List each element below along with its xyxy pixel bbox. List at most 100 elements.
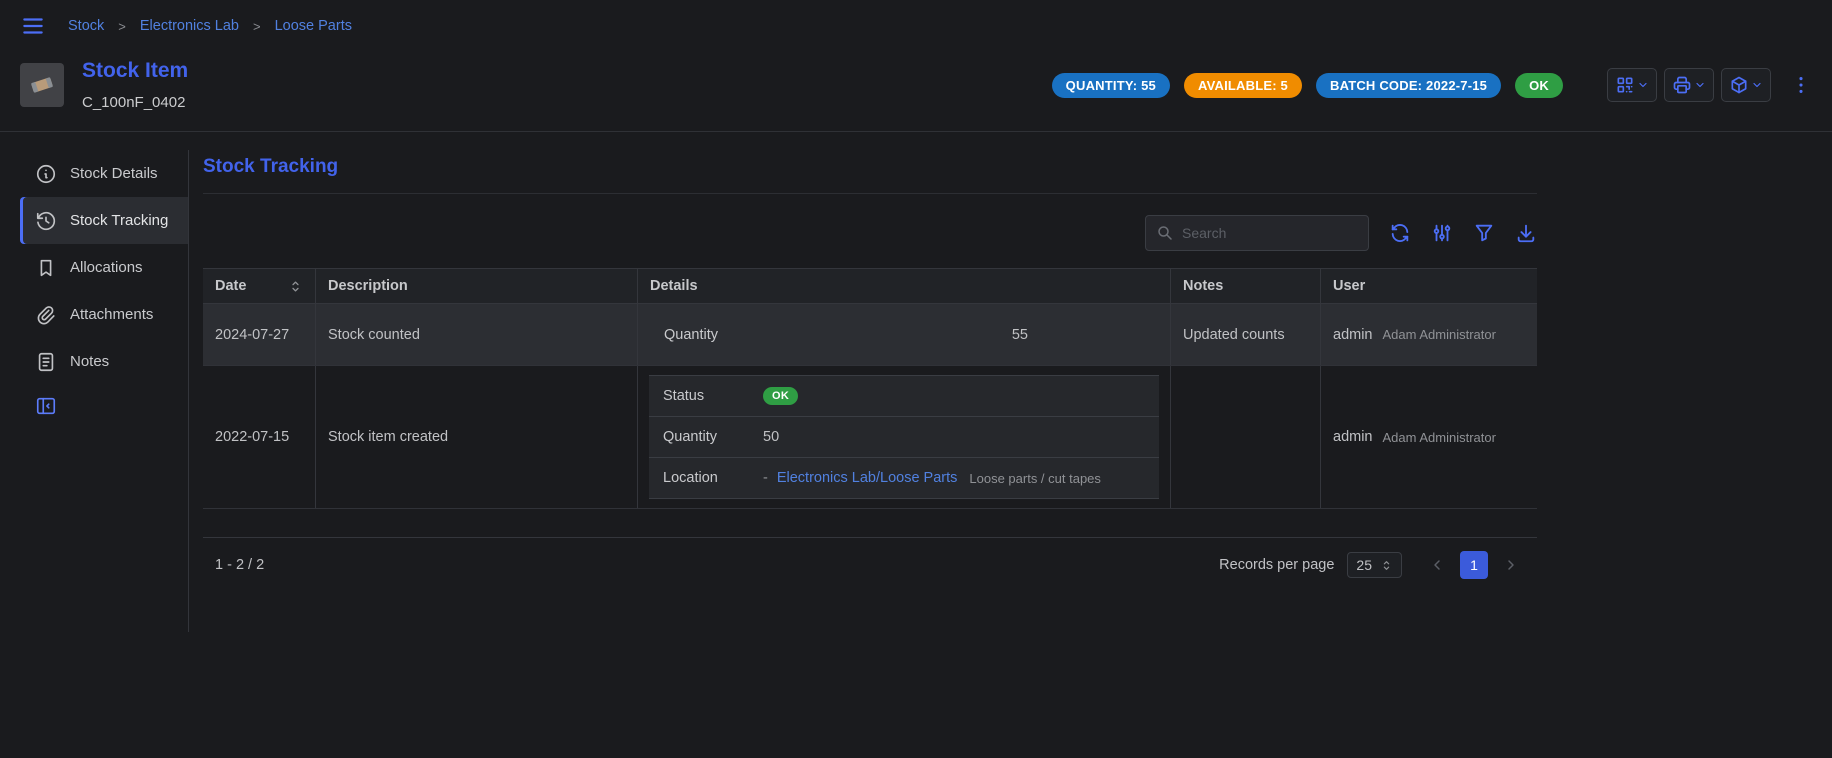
cell-notes: Updated counts: [1170, 304, 1320, 365]
sidebar: Stock Details Stock Tracking Allocations…: [20, 150, 189, 632]
sort-icon[interactable]: [288, 279, 303, 294]
available-badge: AVAILABLE: 5: [1184, 73, 1302, 98]
username: admin: [1333, 429, 1373, 445]
search-icon: [1156, 224, 1174, 242]
sidebar-item-label: Stock Tracking: [70, 212, 168, 229]
top-bar: Stock > Electronics Lab > Loose Parts: [0, 0, 1832, 45]
page-title: Stock Item: [82, 59, 188, 83]
print-actions-button[interactable]: [1664, 68, 1714, 102]
chevron-down-icon: [1637, 79, 1649, 91]
detail-label: Status: [663, 388, 763, 404]
panel-heading: Stock Tracking: [203, 156, 1537, 178]
cell-date: 2024-07-27: [203, 304, 315, 365]
breadcrumb-electronics-lab[interactable]: Electronics Lab: [140, 18, 239, 34]
location-link[interactable]: Electronics Lab/Loose Parts: [777, 470, 958, 486]
table-toolbar: [203, 215, 1537, 251]
next-page-icon[interactable]: [1497, 551, 1525, 579]
details-nested-table: Status OK Quantity 50 Location - Electro…: [649, 375, 1159, 499]
location-prefix: -: [763, 470, 768, 486]
barcode-actions-icon: [1615, 75, 1635, 95]
sidebar-item-stock-tracking[interactable]: Stock Tracking: [20, 197, 188, 244]
detail-location-row: Location - Electronics Lab/Loose Parts L…: [649, 457, 1159, 498]
batch-code-badge: BATCH CODE: 2022-7-15: [1316, 73, 1501, 98]
main-content: Stock Tracking: [203, 150, 1537, 592]
sidebar-item-allocations[interactable]: Allocations: [20, 244, 188, 291]
sidebar-item-label: Stock Details: [70, 165, 158, 182]
quantity-badge: QUANTITY: 55: [1052, 73, 1170, 98]
adjustments-icon[interactable]: [1431, 222, 1453, 244]
pagination-controls: Records per page 25 1: [1219, 551, 1525, 579]
user-full-name: Adam Administrator: [1383, 430, 1496, 445]
detail-quantity-row: Quantity 55: [650, 327, 1158, 343]
refresh-icon[interactable]: [1389, 222, 1411, 244]
page-header: Stock Item C_100nF_0402 QUANTITY: 55 AVA…: [0, 45, 1832, 132]
detail-label: Quantity: [664, 327, 764, 343]
record-range: 1 - 2 / 2: [215, 557, 264, 573]
menu-icon[interactable]: [20, 13, 46, 39]
table-header-row: Date Description Details Notes User: [203, 268, 1537, 304]
search-box[interactable]: [1145, 215, 1369, 251]
cell-user: admin Adam Administrator: [1320, 366, 1537, 508]
previous-page-icon[interactable]: [1423, 551, 1451, 579]
cell-description: Stock counted: [315, 304, 637, 365]
cell-description: Stock item created: [315, 366, 637, 508]
detail-label: Location: [663, 470, 763, 486]
cell-user: admin Adam Administrator: [1320, 304, 1537, 365]
print-actions-icon: [1672, 75, 1692, 95]
paperclip-icon: [35, 304, 57, 326]
breadcrumb-loose-parts[interactable]: Loose Parts: [275, 18, 352, 34]
chevron-down-icon: [1751, 79, 1763, 91]
bookmark-icon: [35, 257, 57, 279]
stock-tracking-table: Date Description Details Notes User 2024…: [203, 268, 1537, 509]
download-icon[interactable]: [1515, 222, 1537, 244]
pager: 1: [1423, 551, 1525, 579]
column-header-details: Details: [637, 269, 1170, 303]
page-size-value: 25: [1356, 557, 1372, 573]
breadcrumb-stock[interactable]: Stock: [68, 18, 104, 34]
sidebar-item-stock-details[interactable]: Stock Details: [20, 150, 188, 197]
table-row[interactable]: 2022-07-15 Stock item created Status OK …: [203, 366, 1537, 509]
sidebar-collapse-icon[interactable]: [20, 395, 188, 417]
sidebar-item-label: Notes: [70, 353, 109, 370]
user-full-name: Adam Administrator: [1383, 327, 1496, 342]
cell-details: Status OK Quantity 50 Location - Electro…: [637, 366, 1170, 508]
body: Stock Details Stock Tracking Allocations…: [0, 132, 1832, 632]
history-icon: [35, 210, 57, 232]
capacitor-image: [26, 69, 58, 101]
location-description: Loose parts / cut tapes: [969, 471, 1101, 486]
column-header-date[interactable]: Date: [203, 269, 315, 303]
breadcrumb-separator: >: [118, 19, 126, 34]
column-header-user: User: [1320, 269, 1537, 303]
records-per-page-label: Records per page: [1219, 557, 1334, 573]
column-header-notes: Notes: [1170, 269, 1320, 303]
sidebar-item-label: Allocations: [70, 259, 143, 276]
sidebar-item-attachments[interactable]: Attachments: [20, 291, 188, 338]
status-ok-badge: OK: [1515, 73, 1563, 98]
cell-details: Quantity 55: [637, 304, 1170, 365]
chevron-down-icon: [1694, 79, 1706, 91]
stock-actions-button[interactable]: [1721, 68, 1771, 102]
breadcrumb-separator: >: [253, 19, 261, 34]
detail-value: 50: [763, 429, 779, 445]
column-header-description: Description: [315, 269, 637, 303]
detail-value: 55: [1012, 327, 1028, 343]
table-row[interactable]: 2024-07-27 Stock counted Quantity 55 Upd…: [203, 304, 1537, 366]
kebab-menu-icon[interactable]: [1790, 74, 1812, 96]
username: admin: [1333, 327, 1373, 343]
detail-label: Quantity: [663, 429, 763, 445]
barcode-actions-button[interactable]: [1607, 68, 1657, 102]
stock-item-thumbnail[interactable]: [20, 63, 64, 107]
page-size-select[interactable]: 25: [1347, 552, 1402, 578]
page-number-button[interactable]: 1: [1460, 551, 1488, 579]
breadcrumb: Stock > Electronics Lab > Loose Parts: [68, 18, 352, 34]
header-actions: [1607, 68, 1812, 102]
status-badges: QUANTITY: 55 AVAILABLE: 5 BATCH CODE: 20…: [1052, 73, 1563, 98]
selector-icon: [1380, 559, 1393, 572]
detail-quantity-row: Quantity 50: [649, 416, 1159, 457]
search-input[interactable]: [1182, 225, 1363, 241]
sidebar-item-label: Attachments: [70, 306, 153, 323]
sidebar-item-notes[interactable]: Notes: [20, 338, 188, 385]
info-icon: [35, 163, 57, 185]
filter-icon[interactable]: [1473, 222, 1495, 244]
cell-notes: [1170, 366, 1320, 508]
